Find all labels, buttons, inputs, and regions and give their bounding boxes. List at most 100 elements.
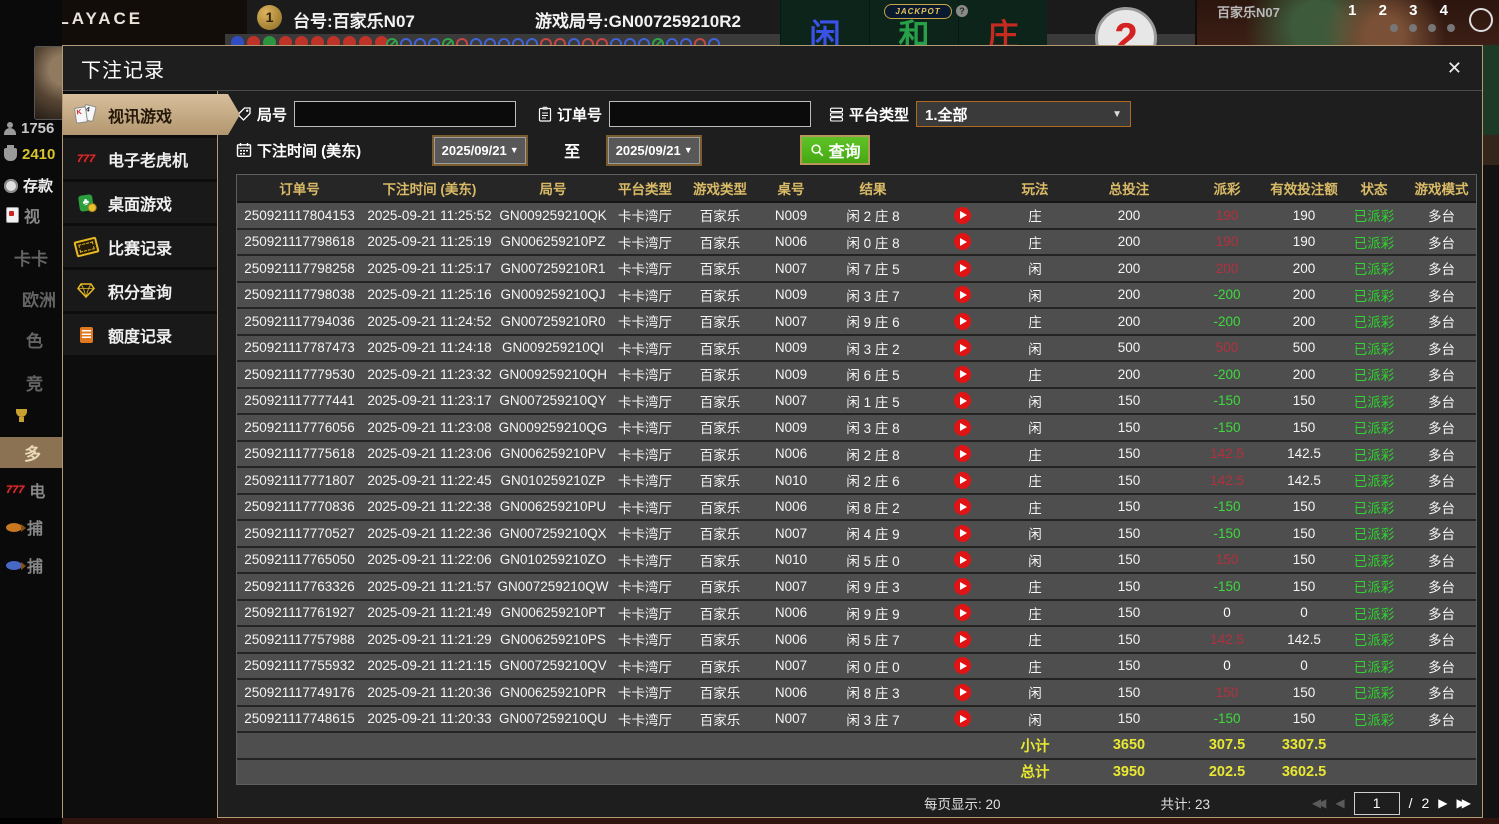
round-no-input[interactable] — [294, 101, 517, 127]
cell-payout: 190 — [1215, 207, 1239, 223]
video-table-title: 百家乐N07 — [1217, 5, 1280, 20]
sidebar-item-kaka[interactable]: 卡卡 — [14, 245, 48, 270]
sidebar-item-slots[interactable]: 777 电 — [6, 478, 45, 502]
sidebar-deposit-button[interactable]: 存款 — [4, 175, 53, 196]
play-video-icon[interactable] — [953, 630, 971, 648]
sidebar-balance-row: 1756 — [4, 120, 54, 137]
play-video-icon[interactable] — [953, 365, 971, 383]
query-button-label: 查询 — [828, 144, 861, 161]
cell-total: 150 — [1117, 552, 1141, 568]
next-page-button[interactable]: ▶ — [1438, 796, 1447, 810]
table-row: 250921117771807 2025-09-21 11:22:45 GN0102… — [237, 468, 1476, 495]
play-video-icon[interactable] — [953, 233, 971, 251]
cell-play — [923, 707, 1001, 732]
camera-numbers[interactable]: 1 2 3 4 — [1348, 2, 1457, 19]
cell-time: 2025-09-21 11:22:45 — [367, 472, 492, 488]
sidebar-item-multi[interactable]: 多 — [24, 440, 41, 465]
cell-mode: 多台 — [1428, 686, 1455, 702]
play-video-icon[interactable] — [953, 604, 971, 622]
cell-result: 闲 9 庄 6 — [846, 315, 900, 331]
cell-bet: 庄 — [1028, 659, 1042, 675]
sidebar-fish1-label: 捕 — [27, 521, 44, 538]
bet-zone-player[interactable]: 闲 — [780, 0, 869, 53]
cell-result: 闲 5 庄 7 — [846, 633, 900, 649]
playing-cards-icon: 4K — [73, 105, 99, 125]
sidebar-item-se[interactable]: 色 — [26, 327, 43, 352]
tab-video-games[interactable]: 4K 视讯游戏 — [63, 94, 240, 135]
cell-table_no: N009 — [774, 419, 808, 435]
summary-row: 小计 3650 307.5 3307.5 — [237, 733, 1476, 760]
cell-round: GN007259210QV — [499, 658, 607, 674]
table-name-label: 台号:百家乐N07 — [293, 12, 415, 31]
cell-status: 已派彩 — [1353, 474, 1395, 490]
cell-table_no: N007 — [774, 260, 808, 276]
play-video-icon[interactable] — [953, 577, 971, 595]
cell-play — [923, 442, 1001, 467]
play-video-icon[interactable] — [953, 392, 971, 410]
column-header: 有效投注额 — [1270, 182, 1338, 197]
sidebar-item-fishing1[interactable]: 捕 — [6, 515, 43, 539]
sidebar-points-row: 2410 — [4, 145, 55, 163]
play-video-icon[interactable] — [953, 339, 971, 357]
cell-round: GN007259210R0 — [500, 313, 606, 329]
sidebar-jing-label: 竞 — [26, 375, 43, 394]
cell-table_no: N006 — [774, 605, 808, 621]
sidebar-item-fishing2[interactable]: 捕 — [6, 553, 43, 577]
tab-match-records[interactable]: 比赛记录 — [63, 226, 217, 267]
play-video-icon[interactable] — [953, 551, 971, 569]
prev-page-button[interactable]: ◀ — [1335, 796, 1344, 810]
query-button[interactable]: 查询 — [800, 135, 871, 165]
jackpot-badge: JACKPOT — [884, 4, 952, 19]
play-video-icon[interactable] — [953, 206, 971, 224]
cell-time: 2025-09-21 11:25:16 — [367, 287, 492, 303]
tab-table-games[interactable]: ♣ 桌面游戏 — [63, 182, 217, 223]
column-header: 订单号 — [279, 182, 320, 197]
cell-bet: 闲 — [1028, 421, 1042, 437]
sidebar-item-rewards[interactable] — [14, 409, 29, 422]
play-video-icon[interactable] — [953, 683, 971, 701]
summary-cell: 307.5 — [1208, 737, 1246, 754]
cell-total: 150 — [1117, 711, 1141, 727]
platform-type-select[interactable]: 1.全部 ▼ — [916, 101, 1132, 127]
refresh-icon[interactable] — [1469, 8, 1493, 32]
play-video-icon[interactable] — [953, 418, 971, 436]
play-video-icon[interactable] — [953, 524, 971, 542]
table-row: 250921117749176 2025-09-21 11:20:36 GN0062… — [237, 680, 1476, 707]
sidebar-dian-label: 电 — [29, 484, 46, 501]
cell-platform: 卡卡湾厅 — [618, 235, 672, 251]
page-input[interactable]: 1 — [1353, 791, 1400, 815]
play-video-icon[interactable] — [953, 498, 971, 516]
jackpot-help-icon[interactable]: ? — [956, 5, 968, 17]
bet-zone-banker[interactable]: 庄 — [958, 0, 1047, 53]
play-video-icon[interactable] — [953, 657, 971, 675]
cell-table_no: N006 — [774, 499, 808, 515]
play-video-icon[interactable] — [953, 471, 971, 489]
cell-table_no: N007 — [774, 525, 808, 541]
cell-result: 闲 9 庄 9 — [846, 606, 900, 622]
play-video-icon[interactable] — [953, 312, 971, 330]
play-video-icon[interactable] — [953, 445, 971, 463]
sidebar-item-europe[interactable]: 欧洲 — [22, 286, 56, 311]
cell-status: 已派彩 — [1353, 447, 1395, 463]
order-no-input[interactable] — [609, 101, 812, 127]
sidebar-se-label: 色 — [26, 332, 43, 351]
table-row: 250921117794036 2025-09-21 11:24:52 GN0072… — [237, 309, 1476, 336]
cell-order: 250921117798038 — [244, 287, 355, 303]
tab-quota-records[interactable]: 额度记录 — [63, 314, 217, 355]
date-to-select[interactable]: 2025/09/21 ▼ — [608, 136, 701, 164]
table-row: 250921117757988 2025-09-21 11:21:29 GN0062… — [237, 627, 1476, 654]
date-from-select[interactable]: 2025/09/21 ▼ — [434, 136, 527, 164]
last-page-button[interactable]: ▶▶ — [1457, 796, 1472, 810]
summary-cell: 3950 — [1112, 763, 1146, 780]
play-video-icon[interactable] — [953, 286, 971, 304]
tab-points-query[interactable]: 积分查询 — [63, 270, 217, 311]
tab-electronic-slots[interactable]: 777 电子老虎机 — [63, 138, 217, 179]
cell-game: 百家乐 — [699, 606, 741, 622]
sidebar-item-jing[interactable]: 竞 — [26, 370, 43, 395]
lobby-right-edge — [1483, 45, 1499, 818]
close-icon[interactable]: ✕ — [1447, 58, 1462, 79]
play-video-icon[interactable] — [953, 259, 971, 277]
first-page-button[interactable]: ◀◀ — [1312, 796, 1327, 810]
sidebar-item-video[interactable]: 视 — [6, 203, 40, 227]
play-video-icon[interactable] — [953, 710, 971, 728]
